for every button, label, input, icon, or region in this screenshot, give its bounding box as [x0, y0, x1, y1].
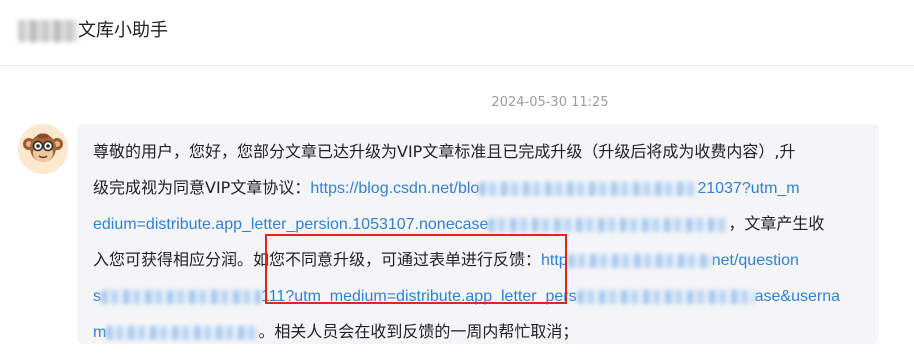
blurred-url-segment	[106, 325, 259, 340]
blurred-url-segment	[101, 289, 261, 304]
message-line-5: s 111?utm_medium=distribute.app_letter_pe…	[93, 278, 865, 314]
blurred-url-segment	[576, 289, 755, 304]
message-text: 级完成视为同意VIP文章协议：	[93, 178, 311, 197]
message-text: 尊敬的用户，您好，您部分文章已达升级为VIP文章标准且已完成升级（升级后将成为收…	[93, 142, 796, 161]
vip-agreement-link[interactable]: https://blog.csdn.net/blo 21037?utm_m	[310, 180, 799, 197]
message-bubble: 尊敬的用户，您好，您部分文章已达升级为VIP文章标准且已完成升级（升级后将成为收…	[77, 124, 879, 344]
message-line-6: m 。相关人员会在收到反馈的一周内帮忙取消；	[93, 314, 865, 350]
message-line-4: 入您可获得相应分润。如您不同意升级，可通过表单进行反馈：http net/ques…	[93, 242, 865, 278]
message-line-1: 尊敬的用户，您好，您部分文章已达升级为VIP文章标准且已完成升级（升级后将成为收…	[93, 134, 865, 170]
chat-header: 文库小助手	[0, 0, 914, 66]
message-text: 入您可获得相应分润。如您不同意升级，可通过表单进行反馈：	[93, 250, 542, 269]
chat-title: 文库小助手	[78, 20, 168, 41]
message-text: 。相关人员会在收到反馈的一周内帮忙取消；	[258, 322, 579, 341]
feedback-form-link-cont[interactable]: s 111?utm_medium=distribute.app_letter_pe…	[93, 288, 840, 305]
message-line-2: 级完成视为同意VIP文章协议：https://blog.csdn.net/blo…	[93, 170, 865, 206]
monkey-avatar-icon[interactable]	[18, 124, 68, 174]
message-line-3: edium=distribute.app_letter_persion.1053…	[93, 206, 865, 242]
blurred-url-segment	[488, 217, 729, 232]
message-text: ，文章产生收	[728, 214, 825, 233]
message-timestamp: 2024-05-30 11:25	[491, 95, 609, 110]
feedback-form-link[interactable]: http net/question	[541, 252, 799, 269]
blurred-url-segment	[567, 253, 712, 268]
blurred-sender-name	[18, 20, 78, 42]
blurred-url-segment	[479, 181, 698, 196]
vip-agreement-link-cont[interactable]: edium=distribute.app_letter_persion.1053…	[93, 216, 729, 233]
feedback-form-link-end[interactable]: m	[93, 324, 259, 341]
